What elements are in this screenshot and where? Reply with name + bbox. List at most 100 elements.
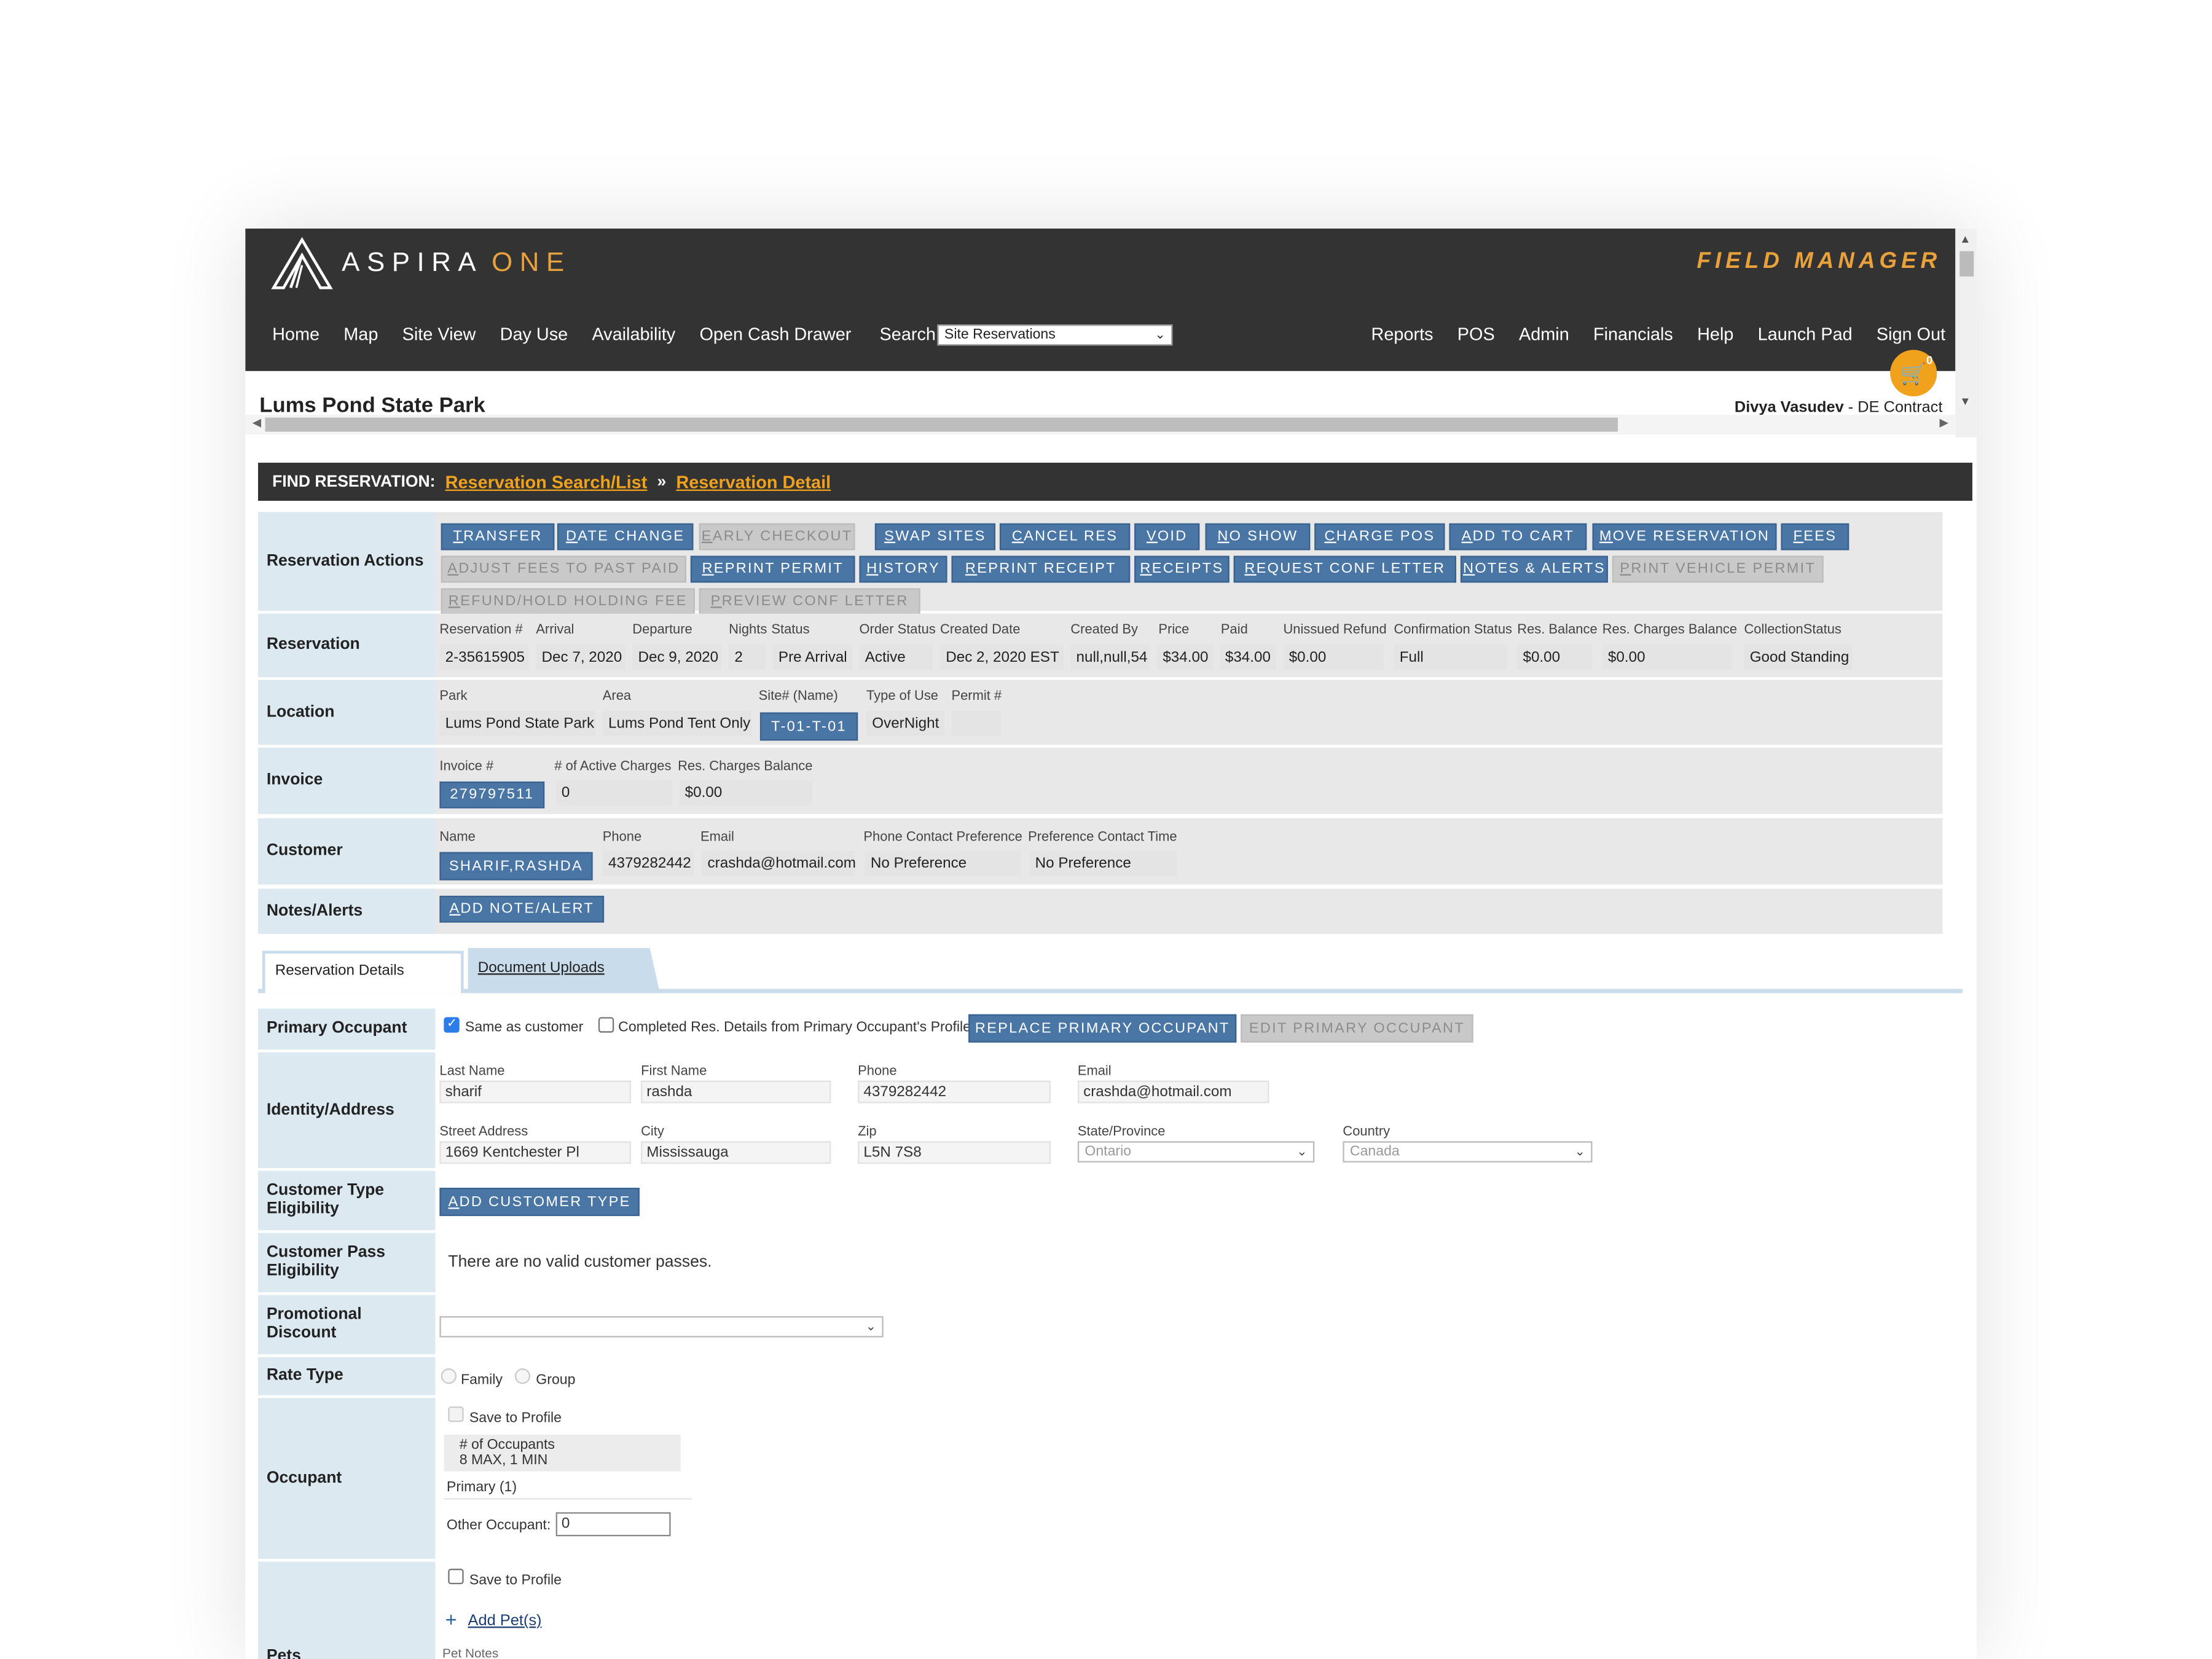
unissued-refund-value: $0.00 xyxy=(1283,645,1384,670)
group-radio[interactable] xyxy=(514,1368,531,1384)
nav-pos[interactable]: POS xyxy=(1457,324,1495,344)
last-name-input[interactable]: sharif xyxy=(439,1080,631,1104)
scroll-up-icon[interactable]: ▲ xyxy=(1959,233,1971,246)
action-print-vehicle-permit-button[interactable]: P RINT VEHICLE PERMIT xyxy=(1612,555,1824,583)
search-select[interactable]: Site Reservations ⌄ xyxy=(937,324,1173,346)
country-select[interactable]: Canada ⌄ xyxy=(1343,1141,1593,1163)
add-customer-type-button[interactable]: A DD CUSTOMER TYPE xyxy=(439,1188,640,1217)
state-select[interactable]: Ontario ⌄ xyxy=(1077,1141,1315,1163)
collection-status-value: Good Standing xyxy=(1744,645,1852,670)
aspira-logo[interactable]: ASPIRA ONE xyxy=(271,237,571,291)
nav-admin[interactable]: Admin xyxy=(1519,324,1569,344)
site-button[interactable]: T-01-T-01 xyxy=(759,712,858,741)
occupant-save-checkbox[interactable] xyxy=(448,1406,464,1422)
action-date-change-button[interactable]: D ATE CHANGE xyxy=(557,523,694,551)
edit-primary-button[interactable]: EDIT PRIMARY OCCUPANT xyxy=(1241,1014,1473,1043)
nav-launch-pad[interactable]: Launch Pad xyxy=(1758,324,1853,344)
tab-document-uploads[interactable]: Document Uploads xyxy=(468,947,660,990)
family-radio[interactable] xyxy=(441,1368,457,1384)
primary-occupant-row: Primary Occupant Same as customer Comple… xyxy=(258,1008,1943,1050)
add-pets-link[interactable]: Add Pet(s) xyxy=(468,1612,542,1630)
other-occupant-input[interactable]: 0 xyxy=(555,1512,671,1537)
action-cancel-res-button[interactable]: C ANCEL RES xyxy=(999,523,1131,551)
nav-availability[interactable]: Availability xyxy=(592,324,675,344)
no-passes-text: There are no valid customer passes. xyxy=(448,1254,712,1271)
breadcrumb: FIND RESERVATION: Reservation Search/Lis… xyxy=(258,463,1973,501)
action-early-checkout-button[interactable]: E ARLY CHECKOUT xyxy=(699,523,855,551)
departure-value: Dec 9, 2020 xyxy=(632,645,722,670)
scroll-right-icon[interactable]: ▶ xyxy=(1940,416,1948,429)
scroll-left-icon[interactable]: ◀ xyxy=(253,416,261,429)
action-accesskey: F xyxy=(1793,528,1804,545)
action-refund-hold-holding-fee-button[interactable]: R EFUND/HOLD HOLDING FEE xyxy=(441,588,695,616)
pets-save-label: Save to Profile xyxy=(469,1572,562,1589)
area-value: Lums Pond Tent Only xyxy=(602,711,752,737)
order-status-header: Order Status xyxy=(859,622,936,638)
plus-icon[interactable]: + xyxy=(445,1608,457,1631)
promo-label-line1: Promotional xyxy=(266,1306,362,1324)
street-input[interactable]: 1669 Kentchester Pl xyxy=(439,1141,631,1164)
action-notes-alerts-button[interactable]: N OTES & ALERTS xyxy=(1460,555,1608,583)
nav-site-view[interactable]: Site View xyxy=(402,324,476,344)
scroll-down-icon[interactable]: ▼ xyxy=(1959,395,1971,408)
action-receipts-button[interactable]: R ECEIPTS xyxy=(1134,555,1230,583)
action-void-button[interactable]: V OID xyxy=(1134,523,1200,551)
last-name-label: Last Name xyxy=(439,1064,505,1080)
action-fees-button[interactable]: F EES xyxy=(1781,523,1849,551)
action-transfer-button[interactable]: T RANSFER xyxy=(441,523,555,551)
action-request-conf-letter-button[interactable]: R EQUEST CONF LETTER xyxy=(1233,555,1457,583)
tab-document-uploads-label: Document Uploads xyxy=(477,959,605,976)
first-name-input[interactable]: rashda xyxy=(641,1080,831,1104)
email-input[interactable]: crashda@hotmail.com xyxy=(1077,1080,1269,1104)
promo-select[interactable]: ⌄ xyxy=(439,1316,884,1338)
hscroll-thumb[interactable] xyxy=(265,417,1618,432)
cart-button[interactable]: 🛒 0 xyxy=(1890,350,1937,397)
action-adjust-fees-to-past-paid-button[interactable]: A DJUST FEES TO PAST PAID xyxy=(441,555,686,583)
action-reprint-permit-button[interactable]: R EPRINT PERMIT xyxy=(690,555,855,583)
nav-home[interactable]: Home xyxy=(272,324,320,344)
crumb-reservation-search[interactable]: Reservation Search/List xyxy=(445,472,648,492)
nav-reports[interactable]: Reports xyxy=(1371,324,1433,344)
nav-day-use[interactable]: Day Use xyxy=(500,324,568,344)
zip-input[interactable]: L5N 7S8 xyxy=(858,1141,1051,1164)
res-number-value: 2-35615905 xyxy=(439,645,529,670)
action-accesskey: D xyxy=(565,528,578,545)
action-add-to-cart-button[interactable]: A DD TO CART xyxy=(1449,523,1587,551)
type-of-use-header: Type of Use xyxy=(866,688,939,704)
nav-financials[interactable]: Financials xyxy=(1593,324,1673,344)
action-no-show-button[interactable]: NO SHOW xyxy=(1205,523,1311,551)
action-charge-pos-button[interactable]: C HARGE POS xyxy=(1314,523,1445,551)
horizontal-scrollbar[interactable]: ◀ ▶ xyxy=(245,414,1956,435)
action-swap-sites-button[interactable]: S WAP SITES xyxy=(874,523,996,551)
phone-input[interactable]: 4379282442 xyxy=(858,1080,1051,1104)
action-accesskey: A xyxy=(1461,528,1473,545)
nav-map[interactable]: Map xyxy=(343,324,378,344)
scroll-thumb[interactable] xyxy=(1959,251,1974,276)
action-history-button[interactable]: H ISTORY xyxy=(859,555,947,583)
pets-save-checkbox[interactable] xyxy=(448,1569,464,1585)
active-charges-header: # of Active Charges xyxy=(554,759,672,775)
action-label: DJUST FEES TO PAST PAID xyxy=(458,561,680,578)
action-reprint-receipt-button[interactable]: R EPRINT RECEIPT xyxy=(951,555,1131,583)
family-label: Family xyxy=(461,1372,503,1389)
crumb-reservation-detail[interactable]: Reservation Detail xyxy=(676,472,831,492)
page: ASPIRA ONE FIELD MANAGER Home Map Site V… xyxy=(0,0,2212,1659)
vertical-scrollbar[interactable]: ▲ ▼ xyxy=(1955,228,1977,437)
invoice-number-button[interactable]: 279797511 xyxy=(439,781,545,809)
location-fields: Park Area Site# (Name) Type of Use Permi… xyxy=(435,680,1942,745)
nav-open-cash-drawer[interactable]: Open Cash Drawer xyxy=(699,324,851,344)
nav-help[interactable]: Help xyxy=(1697,324,1733,344)
add-customer-type-accesskey: A xyxy=(448,1194,460,1210)
tab-reservation-details[interactable]: Reservation Details xyxy=(262,951,464,994)
action-preview-conf-letter-button[interactable]: P REVIEW CONF LETTER xyxy=(699,588,920,616)
action-move-reservation-button[interactable]: M OVE RESERVATION xyxy=(1592,523,1777,551)
completed-details-checkbox[interactable] xyxy=(598,1017,614,1033)
action-accesskey: R xyxy=(702,561,714,578)
same-as-customer-checkbox[interactable] xyxy=(444,1016,460,1033)
identity-fields: Last Name sharif First Name rashda Phone… xyxy=(435,1053,1942,1168)
replace-primary-button[interactable]: REPLACE PRIMARY OCCUPANT xyxy=(968,1014,1237,1043)
add-note-button[interactable]: A DD NOTE/ALERT xyxy=(439,895,605,923)
city-input[interactable]: Mississauga xyxy=(641,1141,831,1164)
customer-name-button[interactable]: SHARIF,RASHDA xyxy=(439,852,593,880)
nav-sign-out[interactable]: Sign Out xyxy=(1877,324,1945,344)
